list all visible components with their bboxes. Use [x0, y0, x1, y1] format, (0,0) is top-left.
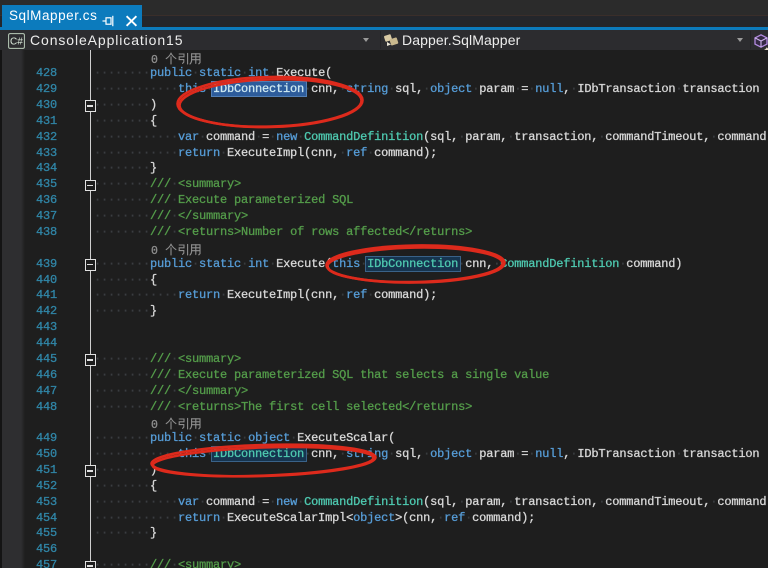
- svg-text:C#: C#: [10, 36, 23, 47]
